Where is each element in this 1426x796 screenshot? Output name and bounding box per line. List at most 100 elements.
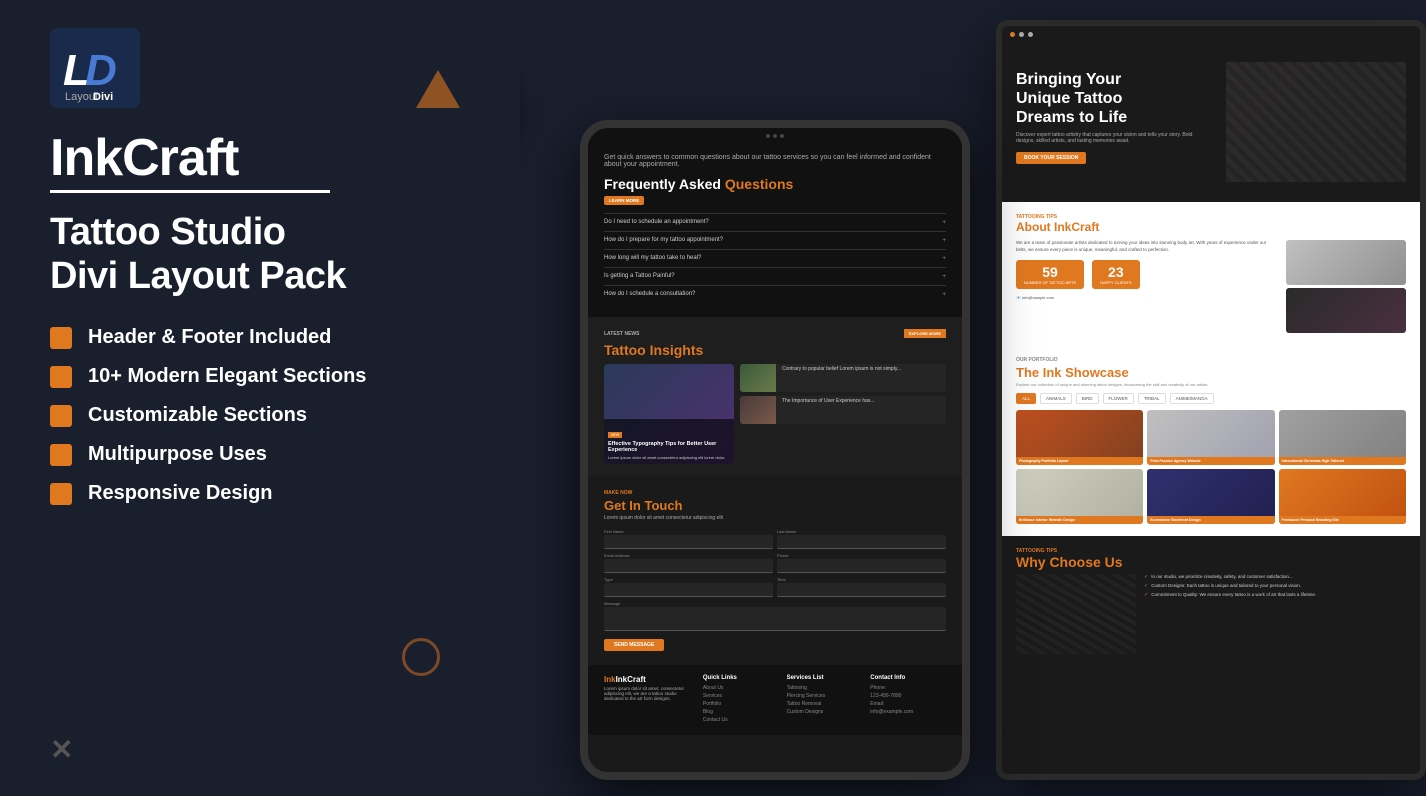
filter-animals[interactable]: ANIMALS [1040,393,1072,404]
tablet-dot-1 [766,134,770,138]
faq-item-4-text: Is getting a Tattoo Painful? [604,273,675,280]
why-points: ✓ In our studio, we prioritize creativit… [1144,574,1406,654]
form-row-3: Type Time [604,577,946,597]
news-small-2-text: The Importance of User Experience has... [780,396,877,424]
news-card-main: NEW Effective Typography Tips for Better… [604,364,734,464]
footer-tagline: Lorem ipsum dolor sit amet, consectetur … [604,686,695,701]
tablet-contact-section: MAKE NOW Get In Touch Lorem ipsum dolor … [588,476,962,665]
desktop-hero-btn[interactable]: BOOK YOUR SESSION [1016,152,1086,164]
news-cards-small: Contrary to popular belief Lorem ipsum i… [740,364,946,464]
portfolio-item-1-label: Photography Portfolio Layout [1016,457,1143,465]
tablet-faq-section: Get quick answers to common questions ab… [588,140,962,317]
message-field[interactable] [604,607,946,631]
why-content: ✓ In our studio, we prioritize creativit… [1016,574,1406,654]
portfolio-subtitle: Explore our collection of unique and stu… [1016,382,1406,387]
faq-item-1: Do I need to schedule an appointment? + [604,213,946,231]
window-dot-yellow [1019,32,1024,37]
filter-all[interactable]: ALL [1016,393,1036,404]
portfolio-item-1: Photography Portfolio Layout [1016,410,1143,465]
faq-item-5: How do I schedule a consultation? + [604,285,946,303]
firstname-label: First Name [604,529,773,534]
logo-box: L D Layout Divi [50,28,140,108]
filter-flower[interactable]: FLOWER [1103,393,1134,404]
footer-services-title: Services List [787,675,863,681]
phone-field[interactable] [777,559,946,573]
why-image [1016,574,1136,654]
type-label: Type [604,577,773,582]
feature-icon-1 [50,327,72,349]
faq-item-3: How long will my tattoo take to heal? + [604,249,946,267]
feature-label-4: Multipurpose Uses [88,443,267,466]
why-point-1: ✓ In our studio, we prioritize creativit… [1144,574,1406,580]
footer-link-5: Contact Us [703,717,779,723]
faq-item-3-text: How long will my tattoo take to heal? [604,255,701,262]
portfolio-item-4: Brilliance Interior Website Design [1016,469,1143,524]
svg-text:Divi: Divi [93,91,113,103]
deco-triangle [416,70,460,108]
contact-label: MAKE NOW [604,490,946,496]
portfolio-item-5-label: Ecommerce Storefront Design [1147,516,1274,524]
feature-item-5: Responsive Design [50,482,366,505]
feature-icon-3 [50,405,72,427]
svg-text:D: D [85,46,117,95]
tablet-faq-title: Frequently Asked Questions [604,176,946,192]
desktop-hero-title: Bringing Your Unique Tattoo Dreams to Li… [1016,70,1176,128]
form-row-2: Email Address Phone [604,553,946,573]
filter-anime[interactable]: ANIME/MANGA [1170,393,1214,404]
filter-tribal[interactable]: TRIBAL [1138,393,1166,404]
contact-sub: Lorem ipsum dolor sit amet consectetur a… [604,515,946,521]
footer-service-2: Piercing Services [787,693,863,699]
footer-link-2: Services [703,693,779,699]
deco-x: ✕ [50,733,73,766]
form-group-email: Email Address [604,553,773,573]
news-small-2: The Importance of User Experience has... [740,396,946,424]
footer-quicklinks: Quick Links About Us Services Portfolio … [703,675,779,725]
tablet-mockup: Get quick answers to common questions ab… [580,120,970,780]
message-label: Message [604,601,946,606]
filter-bird[interactable]: BIRD [1076,393,1099,404]
time-field[interactable] [777,583,946,597]
left-panel: L D Layout Divi InkCraft Tattoo Studio D… [0,0,520,796]
desktop-portfolio: OUR PORTFOLIO The Ink Showcase Explore o… [1002,345,1420,536]
tablet-screen: Get quick answers to common questions ab… [588,140,962,780]
feature-item-2: 10+ Modern Elegant Sections [50,365,366,388]
desktop-why: TATTOOING TIPS Why Choose Us ✓ In our st… [1002,536,1420,666]
about-stats: 59 NUMBER OF TATTOO ARTS 23 HAPPY CLIENT… [1016,260,1278,289]
tablet-footer-section: InkInkCraft Lorem ipsum dolor sit amet, … [588,665,962,735]
feature-label-3: Customizable Sections [88,404,307,427]
footer-contact-2: 123-456-7890 [870,693,946,699]
stat-clients: 23 HAPPY CLIENTS [1092,260,1140,289]
email-field[interactable] [604,559,773,573]
about-img-1 [1286,240,1406,285]
about-contact-info: 📧 info@sample.com [1016,295,1278,300]
desktop-about: TATTOOING TIPS About InkCraft We are a t… [1002,202,1420,345]
tablet-faq-subtitle: Get quick answers to common questions ab… [604,154,946,168]
about-text: We are a team of passionate artists dedi… [1016,240,1278,254]
type-field[interactable] [604,583,773,597]
faq-item-2-text: How do I prepare for my tattoo appointme… [604,237,723,244]
feature-label-5: Responsive Design [88,482,273,505]
feature-icon-5 [50,483,72,505]
footer-brand-col: InkInkCraft Lorem ipsum dolor sit amet, … [604,675,695,725]
desktop-mockup: Bringing Your Unique Tattoo Dreams to Li… [996,20,1426,780]
send-button[interactable]: SEND MESSAGE [604,639,664,651]
portfolio-item-6-label: Freelancer Personal Branding Site [1279,516,1406,524]
lastname-label: Last Name [777,529,946,534]
tablet-dot-2 [773,134,777,138]
faq-item-4: Is getting a Tattoo Painful? + [604,267,946,285]
about-images [1286,240,1406,333]
lastname-field[interactable] [777,535,946,549]
firstname-field[interactable] [604,535,773,549]
footer-link-4: Blog [703,709,779,715]
right-panel: Version 1.0 Get quick answers to common … [520,0,1426,796]
stat-clients-num: 23 [1100,264,1132,280]
phone-label: Phone [777,553,946,558]
footer-contact-1: Phone: [870,685,946,691]
faq-item-1-text: Do I need to schedule an appointment? [604,219,709,226]
about-title: About InkCraft [1016,220,1406,234]
desktop-window-bar [1002,26,1420,42]
contact-title: Get In Touch [604,498,946,513]
why-point-2: ✓ Custom Designs: Each tattoo is unique … [1144,583,1406,589]
portfolio-item-5: Ecommerce Storefront Design [1147,469,1274,524]
news-title: Tattoo Insights [604,342,946,358]
